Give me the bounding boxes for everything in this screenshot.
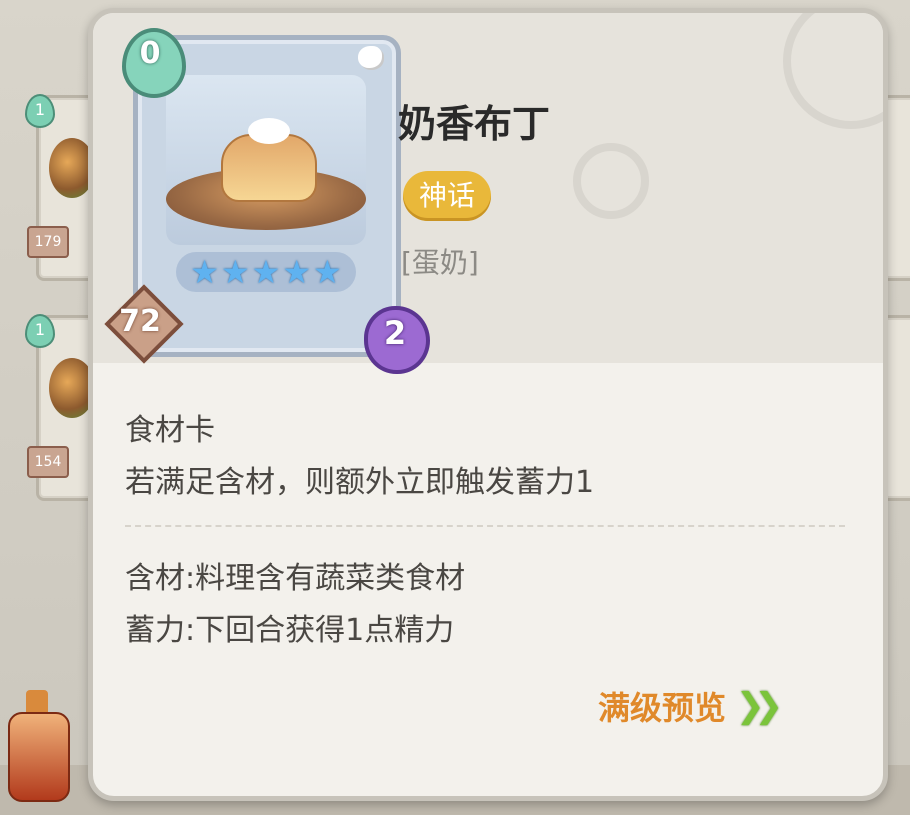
card-detail-popup: ★ ★ ★ ★ ★ 0 72 2 奶香布丁 神话 [蛋奶] 食材卡 若满足含材，… — [88, 8, 888, 801]
max-level-preview-button[interactable]: 满级预览 ❯❯ — [598, 681, 783, 731]
cost-value: 0 — [139, 36, 161, 71]
rarity-badge: 神话 — [403, 171, 492, 221]
card-value: 154 — [27, 446, 69, 478]
pin-icon — [358, 46, 382, 68]
item-name: 奶香布丁 — [398, 102, 551, 146]
card-description: 食材卡 若满足含材，则额外立即触发蓄力1 — [125, 405, 845, 509]
custard — [221, 134, 317, 202]
whipped-cream — [248, 118, 290, 144]
item-card[interactable]: ★ ★ ★ ★ ★ 0 72 2 — [104, 28, 430, 374]
divider — [125, 525, 845, 527]
card-type-label: 食材卡 — [125, 413, 215, 448]
swirl-decoration — [573, 143, 649, 219]
card-cost-icon: 1 — [25, 314, 55, 348]
double-chevron-right-icon: ❯❯ — [736, 686, 783, 726]
bottle-body — [8, 712, 70, 802]
cost-badge: 0 — [118, 22, 186, 98]
preview-label: 满级预览 — [598, 689, 727, 727]
keyword-line: 含材:料理含有蔬菜类食材 — [125, 561, 466, 596]
hp-value: 72 — [119, 304, 161, 339]
star-icon: ★ — [313, 253, 342, 291]
star-icon: ★ — [190, 253, 219, 291]
pudding-image — [166, 118, 366, 230]
star-icon: ★ — [251, 253, 281, 291]
card-cost-icon: 1 — [25, 94, 55, 128]
keyword-line: 蓄力:下回合获得1点精力 — [125, 613, 455, 648]
star-rating: ★ ★ ★ ★ ★ — [176, 252, 356, 292]
keyword-explanations: 含材:料理含有蔬菜类食材 蓄力:下回合获得1点精力 — [125, 553, 845, 657]
star-icon: ★ — [220, 253, 250, 291]
bottle-card-image[interactable] — [2, 690, 72, 802]
hp-badge: 72 — [100, 284, 184, 364]
category-tag: [蛋奶] — [401, 246, 479, 279]
energy-value: 2 — [383, 314, 407, 352]
card-effect-text: 若满足含材，则额外立即触发蓄力1 — [125, 465, 595, 500]
bottle-neck — [26, 690, 48, 714]
card-value: 179 — [27, 226, 69, 258]
energy-badge: 2 — [362, 302, 430, 374]
star-icon: ★ — [282, 253, 312, 291]
